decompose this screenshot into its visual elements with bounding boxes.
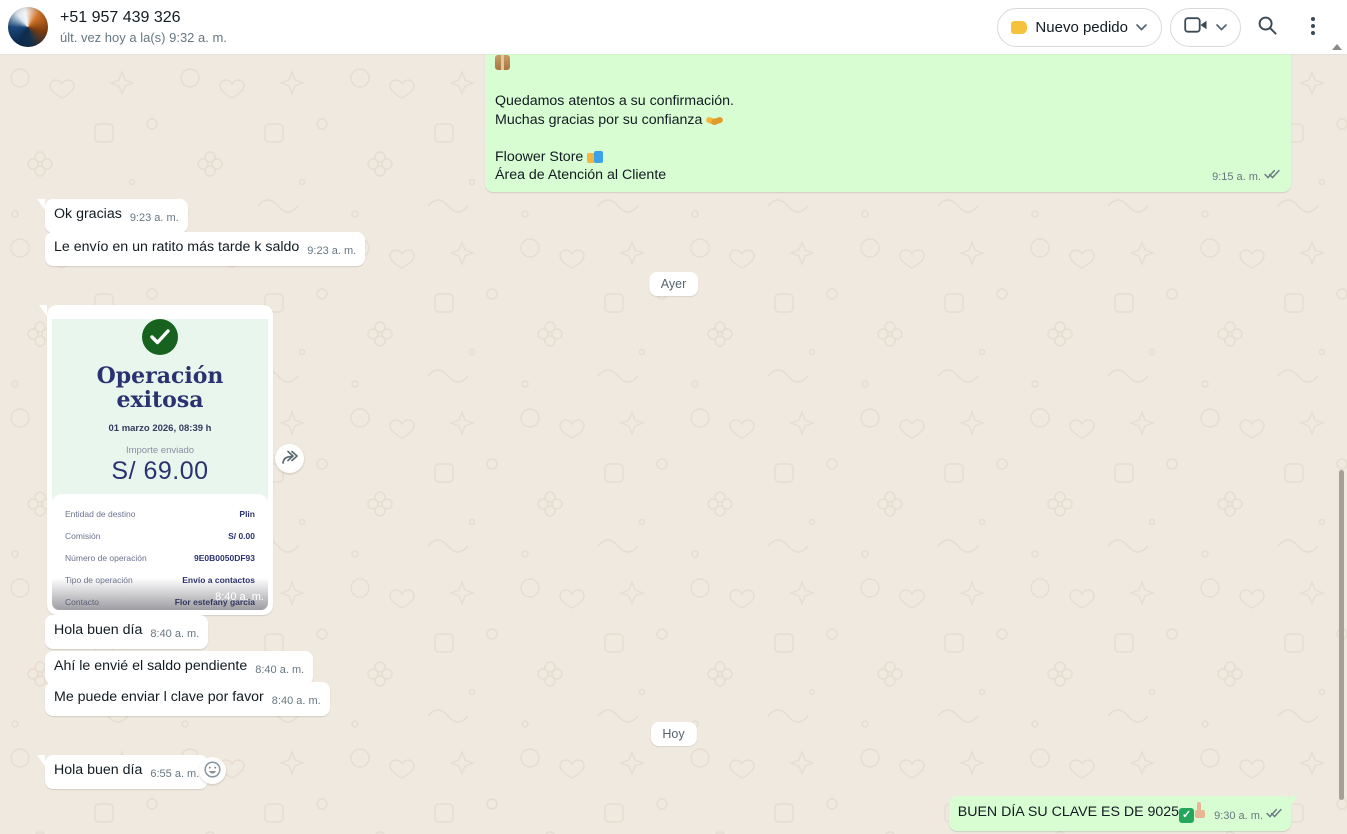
date-divider-yesterday: Ayer — [649, 272, 698, 296]
label-tag-icon — [1011, 21, 1027, 34]
message-text: Quedamos atentos a su confirmación. Much… — [485, 54, 1291, 192]
outgoing-message-clave[interactable]: BUEN DÍA SU CLAVE ES DE 9025✓ 9:30 a. m. — [949, 796, 1291, 831]
message-text: Me puede enviar l clave por favor — [54, 689, 264, 705]
shopping-bags-emoji-icon — [587, 149, 603, 163]
contact-avatar[interactable] — [8, 7, 48, 47]
outgoing-message-confirmation[interactable]: Quedamos atentos a su confirmación. Much… — [485, 54, 1291, 192]
handshake-emoji-icon — [706, 115, 723, 126]
forward-icon — [280, 449, 299, 468]
receipt-amount: S/ 69.00 — [52, 462, 268, 481]
message-text: Ok gracias — [54, 206, 122, 222]
date-divider-today: Hoy — [650, 722, 696, 746]
incoming-message[interactable]: Hola buen día 8:40 a. m. — [45, 615, 208, 649]
kebab-menu-icon — [1311, 17, 1315, 38]
incoming-message[interactable]: Hola buen día 6:55 a. m. — [45, 755, 208, 789]
video-call-icon — [1184, 16, 1208, 39]
bubble-tail — [37, 755, 45, 767]
bubble-tail — [39, 305, 47, 317]
message-time: 9:23 a. m. — [130, 209, 179, 228]
message-time: 6:55 a. m. — [150, 765, 199, 784]
message-text: Hola buen día — [54, 762, 142, 778]
double-check-icon — [1266, 807, 1282, 826]
receipt-title: Operación exitosa — [52, 364, 268, 412]
receipt-row: Entidad de destino Plin — [65, 510, 255, 519]
header-actions: Nuevo pedido — [997, 0, 1333, 54]
message-meta: 9:15 a. m. — [1212, 168, 1280, 187]
search-button[interactable] — [1247, 7, 1287, 47]
receipt-datetime: 01 marzo 2026, 08:39 h — [52, 419, 268, 438]
contact-info[interactable]: +51 957 439 326 últ. vez hoy a la(s) 9:3… — [60, 8, 227, 46]
incoming-message[interactable]: Me puede enviar l clave por favor 8:40 a.… — [45, 682, 330, 716]
payment-receipt-image[interactable]: Operación exitosa 01 marzo 2026, 08:39 h… — [52, 310, 268, 610]
bubble-tail — [1290, 796, 1298, 808]
point-up-emoji-icon — [1194, 802, 1206, 818]
scrollbar-thumb[interactable] — [1339, 470, 1344, 800]
message-text: Hola buen día — [54, 622, 142, 638]
whatsapp-chat-window: +51 957 439 326 últ. vez hoy a la(s) 9:3… — [0, 0, 1347, 834]
message-time: 8:40 a. m. — [272, 692, 321, 711]
bubble-tail — [37, 199, 45, 211]
receipt-header: Operación exitosa 01 marzo 2026, 08:39 h… — [52, 319, 268, 503]
message-text: Le envío en un ratito más tarde k saldo — [54, 239, 299, 255]
success-check-icon — [142, 319, 178, 355]
chevron-down-icon — [1216, 18, 1227, 36]
new-order-button[interactable]: Nuevo pedido — [997, 8, 1162, 47]
new-order-label: Nuevo pedido — [1035, 19, 1128, 36]
scroll-up-arrow[interactable] — [1332, 44, 1342, 50]
double-check-icon — [1264, 168, 1280, 187]
conversation-panel: Quedamos atentos a su confirmación. Much… — [0, 54, 1347, 834]
message-time: 8:40 a. m. — [150, 625, 199, 644]
check-badge-emoji-icon: ✓ — [1179, 808, 1194, 823]
incoming-message[interactable]: Le envío en un ratito más tarde k saldo 9… — [45, 232, 365, 266]
incoming-image-message[interactable]: Operación exitosa 01 marzo 2026, 08:39 h… — [47, 305, 273, 615]
emoji-reaction-icon — [204, 761, 221, 781]
menu-button[interactable] — [1293, 7, 1333, 47]
message-time: 9:15 a. m. — [1212, 168, 1261, 187]
message-time: 8:40 a. m. — [215, 588, 264, 607]
message-text: BUEN DÍA SU CLAVE ES DE 9025 — [958, 804, 1179, 820]
video-call-button[interactable] — [1170, 8, 1241, 47]
forward-message-button[interactable] — [275, 444, 304, 473]
message-time: 9:23 a. m. — [307, 242, 356, 261]
chevron-down-icon — [1136, 18, 1147, 36]
emoji-reaction-button[interactable] — [199, 757, 226, 784]
message-text: Ahí le envié el saldo pendiente — [54, 658, 247, 674]
incoming-message[interactable]: Ahí le envié el saldo pendiente 8:40 a. m… — [45, 651, 313, 685]
last-seen-status: últ. vez hoy a la(s) 9:32 a. m. — [60, 30, 227, 46]
chat-header: +51 957 439 326 últ. vez hoy a la(s) 9:3… — [0, 0, 1347, 54]
contact-name: +51 957 439 326 — [60, 8, 227, 27]
search-icon — [1257, 15, 1278, 39]
message-time: 9:30 a. m. — [1214, 807, 1263, 826]
message-time: 8:40 a. m. — [255, 661, 304, 680]
incoming-message[interactable]: Ok gracias 9:23 a. m. — [45, 199, 188, 233]
package-emoji-icon — [495, 55, 510, 70]
receipt-row: Número de operación 9E0B0050DF93 — [65, 554, 255, 563]
receipt-row: Comisión S/ 0.00 — [65, 532, 255, 541]
